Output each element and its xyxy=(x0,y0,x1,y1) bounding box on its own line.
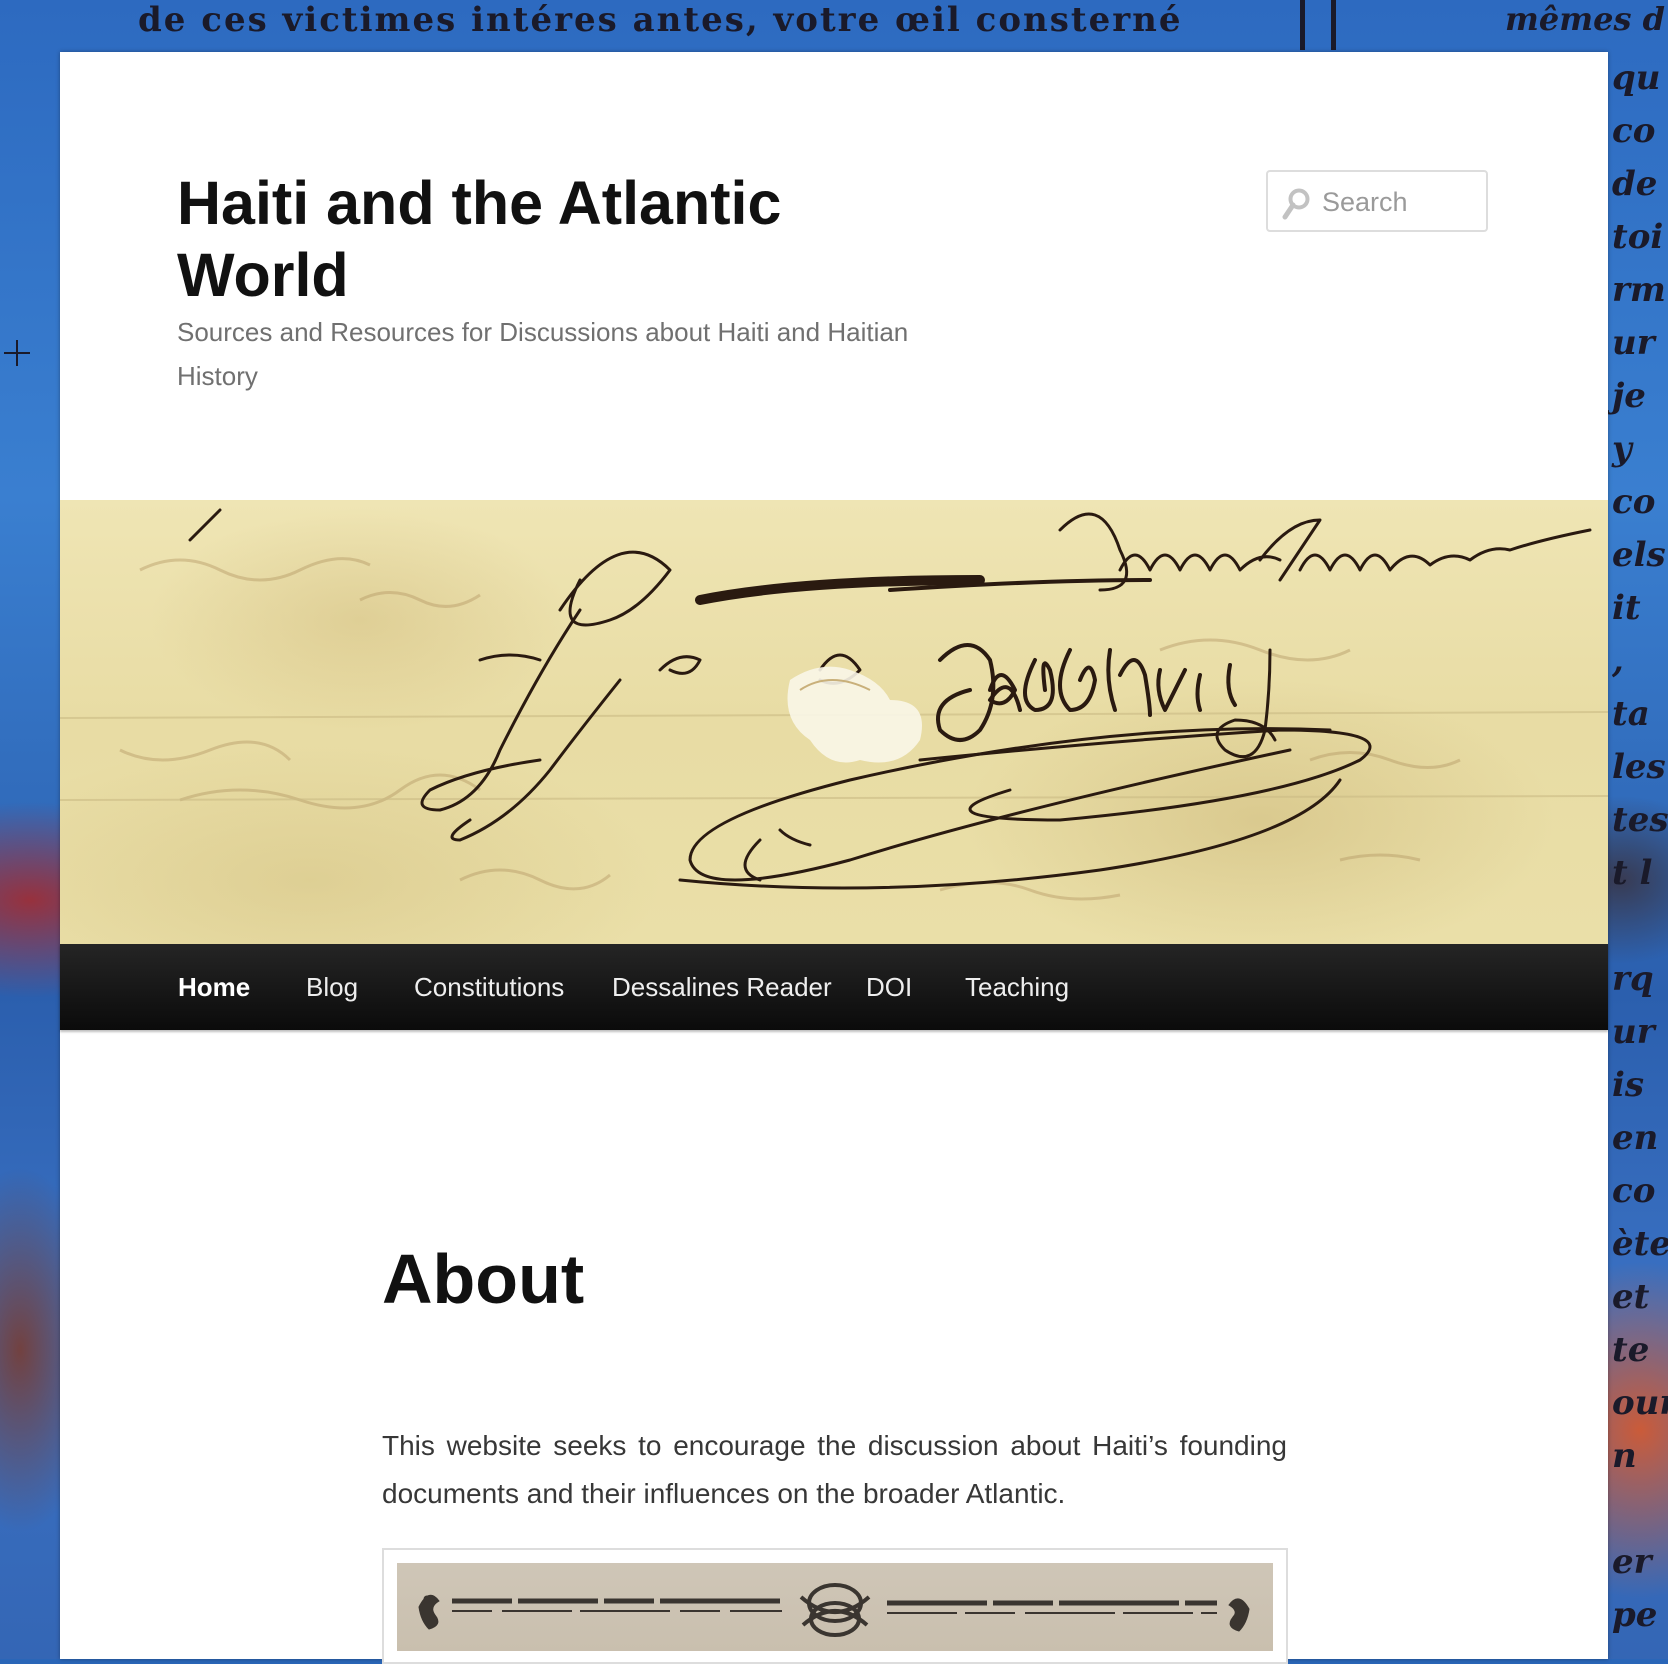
background-margin-line: ta xyxy=(1612,694,1650,734)
background-margin-line: pe xyxy=(1612,1595,1658,1635)
nav-item-doi[interactable]: DOI xyxy=(866,944,912,1030)
page-container: Haiti and the Atlantic World Sources and… xyxy=(60,52,1608,1664)
background-margin-line: y co xyxy=(1612,429,1656,522)
background-margin-line: t l xyxy=(1612,853,1653,893)
site-title[interactable]: Haiti and the Atlantic World xyxy=(177,167,877,311)
background-margin-line xyxy=(1612,900,1668,953)
background-margin-line: it xyxy=(1612,588,1641,628)
ornament-drawing xyxy=(418,1583,1250,1637)
background-text-top: de ces victimes intéres antes, votre œil… xyxy=(138,0,1183,40)
background-margin-line: je xyxy=(1612,376,1646,416)
background-margin-line: tes xyxy=(1612,800,1668,840)
background-margin-line: er xyxy=(1612,1542,1652,1582)
background-margin-line: co xyxy=(1612,111,1656,151)
background-margin-line: toi xyxy=(1612,217,1664,257)
background-margin-line: ète xyxy=(1612,1224,1668,1264)
background-margin-line: qu xyxy=(1612,58,1661,98)
page-title: About xyxy=(382,1240,585,1318)
main-navigation: Home Blog Constitutions Dessalines Reade… xyxy=(60,944,1608,1030)
background-margin-line: els xyxy=(1612,535,1666,575)
ornament-border-image xyxy=(397,1563,1273,1651)
background-cross-mark xyxy=(4,340,30,366)
background-margin-line: rq xyxy=(1612,959,1654,999)
nav-item-dessalines-reader[interactable]: Dessalines Reader xyxy=(612,944,832,1030)
background-margin-line: our xyxy=(1612,1383,1668,1423)
background-margin-line: les xyxy=(1612,747,1666,787)
decorative-image-frame xyxy=(382,1548,1288,1664)
background-margin-line: is xyxy=(1612,1065,1645,1105)
about-paragraph: This website seeks to encourage the disc… xyxy=(382,1430,1287,1509)
nav-item-home[interactable]: Home xyxy=(178,944,250,1030)
site-description: Sources and Resources for Discussions ab… xyxy=(177,317,909,391)
background-margin-line xyxy=(1612,1483,1668,1536)
background-margin-line: et xyxy=(1612,1277,1650,1317)
background-margin-line: te xyxy=(1612,1330,1650,1370)
background-margin-line: rm xyxy=(1612,270,1666,310)
search-box[interactable] xyxy=(1266,170,1488,232)
background-margin-column: qu co de toi rm ur je y co els it, ta les tes t l rq u… xyxy=(1612,52,1668,1642)
background-margin-line: en xyxy=(1612,1118,1659,1158)
background-text-top-right: mêmes d xyxy=(1505,0,1665,38)
nav-item-blog[interactable]: Blog xyxy=(306,944,358,1030)
background-margin-line: ur xyxy=(1612,1012,1655,1052)
nav-item-constitutions[interactable]: Constitutions xyxy=(414,944,564,1030)
background-margin-line: ur xyxy=(1612,323,1655,363)
background-margin-line: , xyxy=(1612,641,1624,681)
background-margin-line: de xyxy=(1612,164,1658,204)
search-icon xyxy=(1282,188,1310,220)
background-margin-line: n xyxy=(1612,1436,1637,1476)
signature-drawing xyxy=(60,508,1608,901)
background-bars xyxy=(1300,0,1336,50)
background-margin-line: co xyxy=(1612,1171,1656,1211)
nav-item-teaching[interactable]: Teaching xyxy=(965,944,1069,1030)
header-image-signature xyxy=(60,500,1608,944)
search-input[interactable] xyxy=(1322,182,1482,222)
